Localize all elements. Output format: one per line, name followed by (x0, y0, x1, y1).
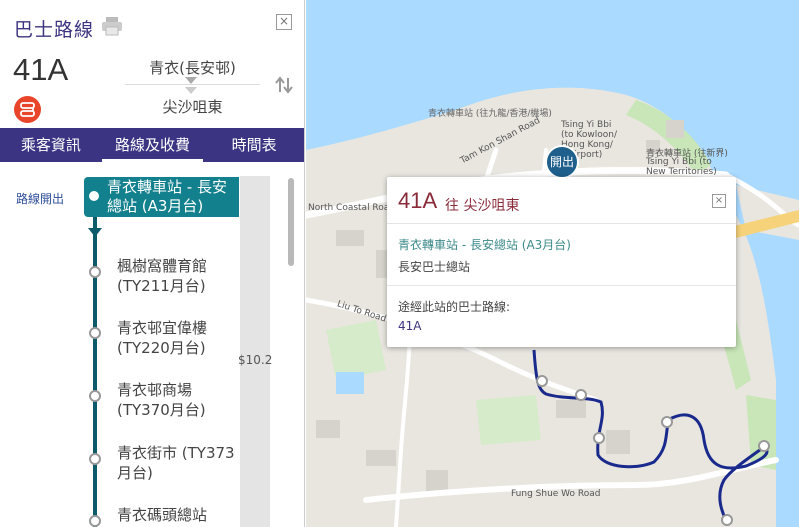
stop-item[interactable]: 青衣邨商場 (TY370月台) (117, 380, 239, 420)
map-label: New Territories) (646, 167, 717, 177)
swap-direction-icon[interactable] (274, 76, 294, 94)
depart-marker[interactable]: 開出 (545, 145, 579, 179)
popup-route-number: 41A (398, 188, 438, 213)
route-number: 41A (13, 52, 69, 87)
stop-dot-icon (89, 453, 101, 465)
popup-divider (387, 285, 736, 286)
direction-arrow-icon (185, 77, 197, 84)
stop-info-popup: 41A 往 尖沙咀東 × 青衣轉車站 - 長安總站 (A3月台) 長安巴士總站 … (387, 177, 736, 347)
stop-item[interactable]: 楓樹窩體育館 (TY211月台) (117, 256, 239, 296)
direction-divider (125, 84, 260, 85)
direction-to[interactable]: 尖沙咀東 (125, 96, 260, 117)
popup-close-button[interactable]: × (712, 194, 726, 208)
route-panel: 巴士路線 × 41A 青衣(長安邨) 尖沙咀東 乘客資訊 路線及收費 時間表 路… (0, 0, 305, 527)
stop-dot-icon (89, 266, 101, 278)
stop-item[interactable]: 青衣邨宜偉樓 (TY220月台) (117, 318, 239, 358)
popup-terminus: 長安巴士總站 (398, 260, 471, 274)
fare-value: $10.2 (238, 353, 273, 367)
route-type-icon (14, 96, 41, 123)
pond (336, 372, 364, 394)
map-label: Tsing Yi Bbi (561, 120, 612, 130)
close-panel-button[interactable]: × (276, 14, 292, 30)
stop-item[interactable]: 青衣碼頭總站 (117, 505, 239, 525)
print-icon[interactable] (101, 16, 123, 36)
popup-divider (387, 223, 736, 224)
stop-item[interactable]: 青衣街市 (TY373月台) (117, 443, 239, 483)
panel-title: 巴士路線 (14, 19, 95, 41)
direction-arrow-icon (185, 87, 197, 94)
map-label-north-coastal-road: North Coastal Road (308, 203, 396, 213)
fare-column (240, 176, 270, 527)
depart-label: 路線開出 (16, 192, 65, 206)
map-label-fung-shue-wo-road: Fung Shue Wo Road (511, 489, 601, 499)
tab-timetable[interactable]: 時間表 (203, 128, 304, 162)
first-stop-item[interactable]: 青衣轉車站 - 長安總站 (A3月台) (84, 177, 239, 217)
map-label: (to Kowloon/ (561, 130, 617, 140)
park-area (476, 395, 541, 445)
popup-passing-route-link[interactable]: 41A (398, 319, 421, 333)
park-area (326, 320, 386, 380)
route-timeline (93, 200, 97, 527)
stop-dot-icon (89, 327, 101, 339)
direction-from[interactable]: 青衣(長安邨) (125, 57, 260, 78)
stop-dot-icon (89, 515, 101, 527)
tab-bar: 乘客資訊 路線及收費 時間表 (0, 128, 304, 162)
scrollbar-thumb[interactable] (288, 178, 294, 266)
map-label: Tsing Yi Bbi (to (646, 157, 712, 167)
tab-route-fare[interactable]: 路線及收費 (101, 128, 204, 162)
popup-stop-name[interactable]: 青衣轉車站 - 長安總站 (A3月台) (398, 236, 571, 253)
stop-dot-icon (89, 390, 101, 402)
popup-passing-label: 途經此站的巴士路線: (398, 300, 511, 314)
timeline-arrow-icon (88, 228, 102, 237)
tab-passenger-info[interactable]: 乘客資訊 (0, 128, 102, 162)
popup-destination: 往 尖沙咀東 (445, 198, 520, 214)
